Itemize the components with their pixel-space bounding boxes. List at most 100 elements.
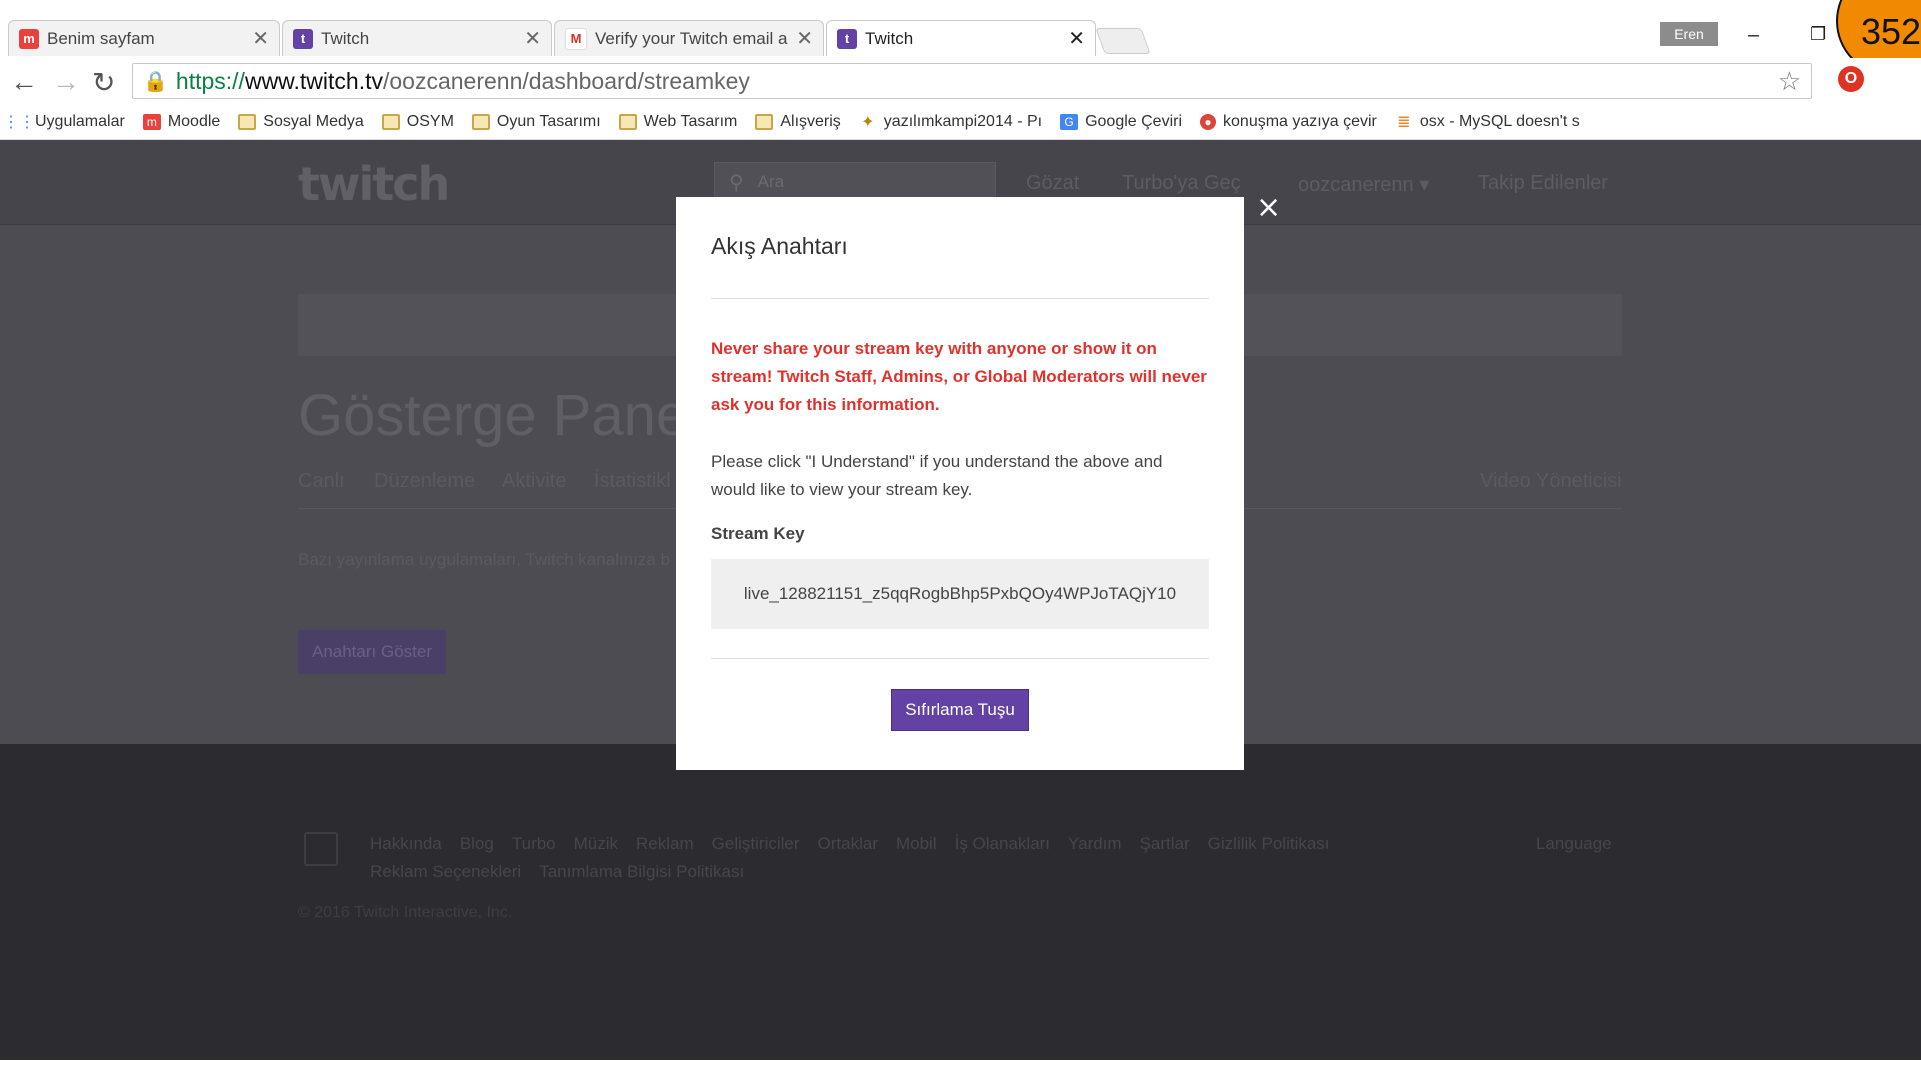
- google-translate-icon: G: [1060, 113, 1079, 130]
- show-key-button[interactable]: Anahtarı Göster: [298, 630, 446, 674]
- bookmark-folder[interactable]: OSYM: [381, 112, 454, 131]
- folder-icon: [471, 113, 490, 130]
- back-arrow-icon[interactable]: ←: [10, 66, 38, 98]
- moodle-icon: m: [142, 113, 161, 130]
- bookmark-link[interactable]: G Google Çeviri: [1060, 113, 1182, 131]
- bookmark-folder[interactable]: Sosyal Medya: [238, 113, 364, 131]
- twitch-glitch-icon: [304, 832, 338, 866]
- dashboard-body-text: Bazı yayınlama uygulamaları, Twitch kana…: [298, 550, 670, 569]
- bookmark-star-icon[interactable]: ☆: [1778, 66, 1801, 97]
- close-tab-icon[interactable]: ✕: [1068, 26, 1085, 51]
- browser-tab[interactable]: m Benim sayfam ✕: [8, 20, 280, 56]
- bookmarks-bar: ⋮⋮ Uygulamalar m Moodle Sosyal Medya OSY…: [0, 104, 1921, 140]
- close-tab-icon[interactable]: ✕: [252, 26, 269, 51]
- footer: Hakkında Blog Turbo Müzik Reklam Gelişti…: [0, 744, 1921, 1060]
- search-icon: ⚲: [729, 171, 744, 194]
- reload-icon[interactable]: ↻: [92, 66, 115, 99]
- bookmark-apps[interactable]: ⋮⋮ Uygulamalar: [3, 113, 125, 131]
- footer-link[interactable]: Mobil: [896, 834, 937, 854]
- bookmark-folder[interactable]: Alışveriş: [755, 112, 841, 131]
- close-icon[interactable]: ×: [1256, 190, 1281, 225]
- footer-links-row: Hakkında Blog Turbo Müzik Reklam Gelişti…: [370, 834, 1330, 854]
- bookmark-moodle[interactable]: m Moodle: [142, 112, 221, 131]
- footer-link[interactable]: Reklam: [636, 834, 694, 854]
- divider: [711, 658, 1209, 659]
- footer-link[interactable]: Hakkında: [370, 834, 442, 854]
- search-input[interactable]: ⚲ Ara: [714, 162, 996, 202]
- tab-title: Benim sayfam: [47, 28, 155, 48]
- address-row: ← → ↻ 🔒 https:// www.twitch.tv /oozcaner…: [0, 58, 1921, 104]
- kamp-icon: ✦: [861, 113, 875, 131]
- close-tab-icon[interactable]: ✕: [524, 26, 541, 51]
- nav-user-menu[interactable]: oozcanerenn ▾: [1298, 172, 1429, 197]
- footer-link[interactable]: Tanımlama Bilgisi Politikası: [539, 862, 744, 882]
- address-bar[interactable]: 🔒 https:// www.twitch.tv /oozcanerenn/da…: [132, 63, 1812, 99]
- minimize-icon[interactable]: –: [1748, 24, 1759, 47]
- nav-browse[interactable]: Gözat: [1026, 172, 1079, 195]
- tab-live[interactable]: Canlı: [298, 470, 345, 493]
- url-path: /oozcanerenn/dashboard/streamkey: [382, 67, 750, 94]
- new-tab-button[interactable]: [1095, 28, 1151, 54]
- close-tab-icon[interactable]: ✕: [796, 26, 813, 51]
- restore-icon[interactable]: ❐: [1810, 24, 1826, 45]
- footer-link[interactable]: Müzik: [574, 834, 618, 854]
- footer-link[interactable]: Gizlilik Politikası: [1208, 834, 1330, 854]
- stream-key-field[interactable]: live_128821151_z5qqRogbBhp5PxbQOy4WPJoTA…: [711, 559, 1209, 629]
- url-host: www.twitch.tv: [244, 67, 383, 94]
- forward-arrow-icon[interactable]: →: [52, 66, 80, 98]
- footer-link[interactable]: Yardım: [1068, 834, 1122, 854]
- browser-tab-active[interactable]: t Twitch ✕: [826, 20, 1096, 56]
- moodle-icon: m: [19, 28, 39, 49]
- tab-activity[interactable]: Aktivite: [502, 470, 566, 493]
- stackoverflow-icon: ≣: [1397, 113, 1411, 131]
- tab-stats[interactable]: İstatistikl: [594, 470, 671, 493]
- tab-video-manager[interactable]: Video Yöneticisi: [1480, 470, 1622, 493]
- folder-icon: [381, 113, 400, 130]
- tab-edit[interactable]: Düzenleme: [374, 470, 475, 493]
- profile-badge[interactable]: Eren: [1660, 22, 1718, 46]
- bookmark-label: Web Tasarım: [643, 112, 738, 130]
- chrome-icon: ●: [1200, 113, 1217, 130]
- bookmark-folder[interactable]: Oyun Tasarımı: [471, 112, 601, 131]
- tab-title: Twitch: [321, 28, 370, 48]
- info-text: Please click "I Understand" if you under…: [711, 452, 1163, 499]
- twitch-logo[interactable]: twitch: [298, 157, 450, 211]
- reset-key-button[interactable]: Sıfırlama Tuşu: [891, 689, 1029, 731]
- nav-turbo[interactable]: Turbo'ya Geç: [1122, 172, 1241, 195]
- tab-title: Verify your Twitch email a: [595, 28, 788, 48]
- divider: [711, 298, 1209, 299]
- bookmark-label: OSYM: [406, 112, 454, 130]
- bookmark-label: Moodle: [167, 112, 221, 130]
- footer-link[interactable]: Ortaklar: [818, 834, 878, 854]
- bookmark-link[interactable]: ✦ yazılımkampi2014 - Pı: [859, 113, 1042, 131]
- footer-link[interactable]: Şartlar: [1140, 834, 1190, 854]
- bookmark-link[interactable]: ● konuşma yazıya çevir: [1200, 113, 1377, 131]
- lock-icon: 🔒: [143, 70, 168, 93]
- browser-tab[interactable]: M Verify your Twitch email a ✕: [554, 20, 824, 56]
- browser-tab-strip: m Benim sayfam ✕ t Twitch ✕ M Verify you…: [0, 0, 1921, 76]
- footer-link[interactable]: Reklam Seçenekleri: [370, 862, 521, 882]
- footer-link[interactable]: Blog: [460, 834, 494, 854]
- bookmark-label: Alışveriş: [780, 112, 841, 130]
- footer-link[interactable]: Turbo: [512, 834, 556, 854]
- twitch-icon: t: [837, 28, 857, 49]
- extension-icon[interactable]: O: [1838, 66, 1864, 92]
- window-bottom-edge: [0, 1060, 1921, 1080]
- nav-following[interactable]: Takip Edilenler: [1478, 172, 1608, 195]
- footer-link[interactable]: İş Olanakları: [955, 834, 1050, 854]
- folder-icon: [238, 113, 257, 130]
- bookmark-label: Google Çeviri: [1085, 112, 1183, 130]
- stream-key-modal: Akış Anahtarı Never share your stream ke…: [676, 197, 1244, 770]
- bookmark-label: Oyun Tasarımı: [496, 112, 601, 130]
- tab-title: Twitch: [865, 28, 914, 48]
- copyright: © 2016 Twitch Interactive, Inc.: [298, 904, 513, 921]
- language-selector[interactable]: Language: [1536, 834, 1612, 854]
- bookmark-link[interactable]: ≣ osx - MySQL doesn't s: [1395, 113, 1580, 131]
- bookmark-folder[interactable]: Web Tasarım: [618, 112, 738, 131]
- bookmark-label: konuşma yazıya çevir: [1223, 112, 1377, 130]
- warning-text: Never share your stream key with anyone …: [711, 339, 1207, 414]
- bookmark-label: Sosyal Medya: [263, 112, 364, 130]
- footer-link[interactable]: Geliştiriciler: [712, 834, 800, 854]
- browser-tab[interactable]: t Twitch ✕: [282, 20, 552, 56]
- bookmark-label: yazılımkampi2014 - Pı: [883, 112, 1043, 130]
